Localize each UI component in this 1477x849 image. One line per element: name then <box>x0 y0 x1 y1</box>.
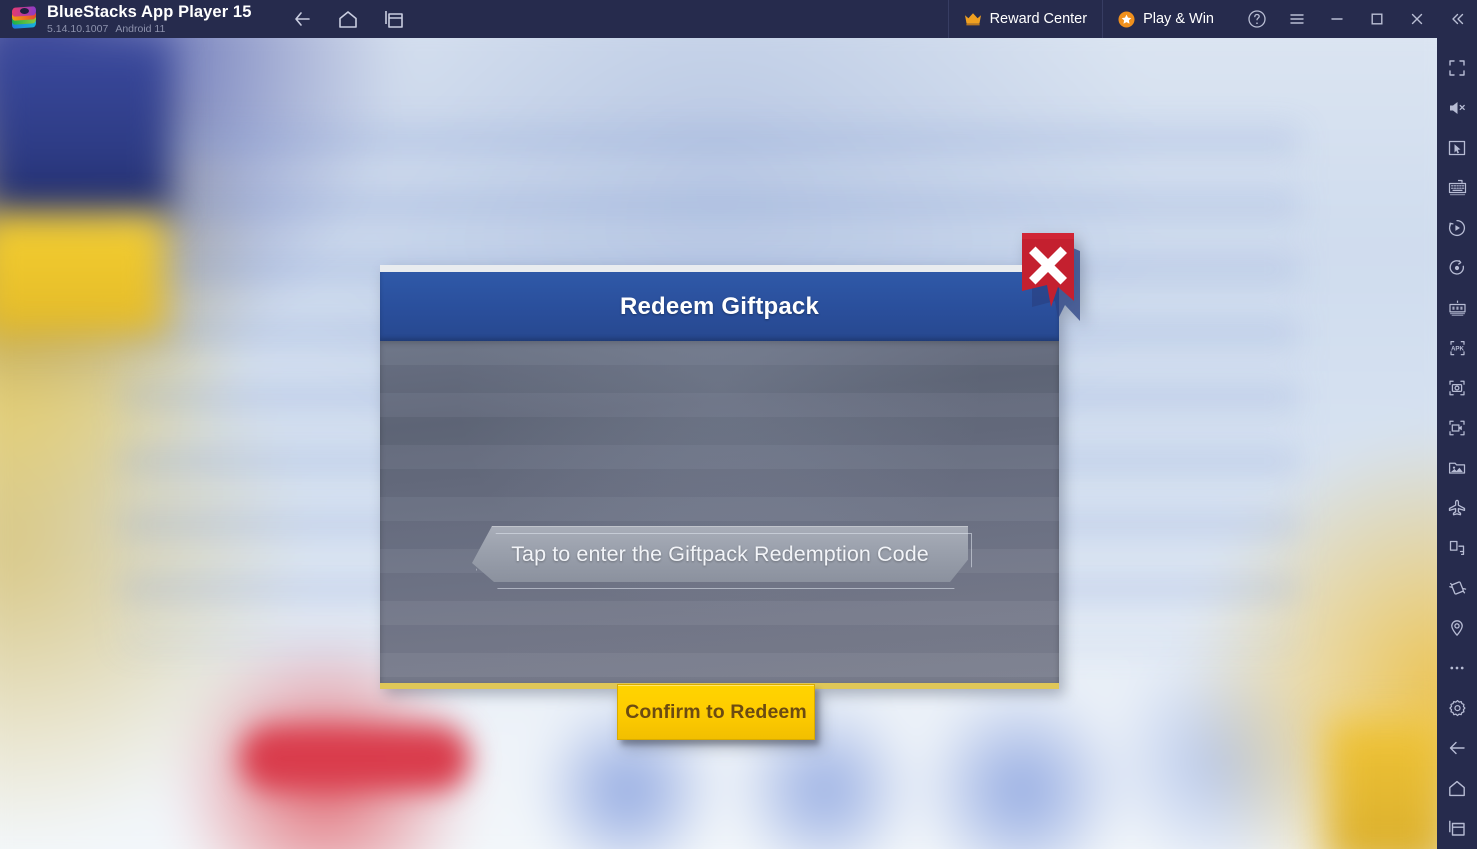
app-title: BlueStacks App Player 15 <box>47 3 252 21</box>
location-pin-icon <box>1451 620 1463 636</box>
app-version-line: 5.14.10.1007 Android 11 <box>47 22 251 35</box>
dialog-body: Tap to enter the Giftpack Redemption Cod… <box>380 341 1059 740</box>
arrow-left-icon <box>1449 741 1465 755</box>
sidebar-item-install-apk[interactable]: APK <box>1437 328 1477 368</box>
titlebar-nav-buttons <box>289 7 406 32</box>
minimize-button[interactable] <box>1317 0 1357 38</box>
titlebar-back-button[interactable] <box>289 7 314 32</box>
titlebar-recents-button[interactable] <box>381 7 406 32</box>
minimize-icon <box>1331 18 1343 20</box>
keyboard-icon <box>1448 179 1466 196</box>
giftpack-code-input[interactable]: Tap to enter the Giftpack Redemption Cod… <box>472 526 972 589</box>
ellipsis-icon <box>1450 666 1464 670</box>
sidebar-item-settings[interactable] <box>1437 688 1477 728</box>
sidebar-item-recents[interactable] <box>1437 808 1477 848</box>
dialog-close-button[interactable] <box>1014 229 1088 327</box>
sidebar-item-media-manager[interactable] <box>1437 448 1477 488</box>
maximize-icon <box>1371 13 1383 25</box>
sidebar-item-keymapping[interactable] <box>1437 168 1477 208</box>
double-chevron-left-icon <box>1452 13 1464 25</box>
rotate-icon <box>1449 260 1464 275</box>
blurred-yellow-banner <box>0 216 165 336</box>
maximize-button[interactable] <box>1357 0 1397 38</box>
sidebar-item-more-options[interactable] <box>1437 648 1477 688</box>
close-window-button[interactable] <box>1397 0 1437 38</box>
android-game-viewport[interactable]: Redeem Giftpack Tap to enter the Giftpac… <box>0 38 1437 849</box>
close-icon <box>1411 13 1423 25</box>
sync-windows-icon <box>1449 540 1465 556</box>
macro-play-icon <box>1448 219 1466 237</box>
apk-install-icon: APK <box>1449 341 1465 356</box>
hamburger-menu-icon <box>1290 14 1304 24</box>
reward-center-label: Reward Center <box>989 11 1088 27</box>
code-input-placeholder: Tap to enter the Giftpack Redemption Cod… <box>511 541 929 566</box>
question-circle-icon <box>1248 10 1266 28</box>
home-icon <box>339 11 357 28</box>
sidebar-item-screenshot[interactable] <box>1437 368 1477 408</box>
play-and-win-label: Play & Win <box>1143 11 1214 27</box>
multi-instance-icon <box>385 11 403 28</box>
media-folder-icon <box>1448 462 1466 474</box>
sidebar-item-location[interactable] <box>1437 608 1477 648</box>
arrow-left-icon <box>295 12 310 26</box>
dialog-title: Redeem Giftpack <box>619 292 820 320</box>
titlebar-home-button[interactable] <box>335 7 360 32</box>
confirm-to-redeem-label: Confirm to Redeem <box>625 700 807 723</box>
help-button[interactable] <box>1237 0 1277 38</box>
video-record-icon <box>1449 420 1465 436</box>
bluestacks-logo-icon <box>11 6 37 32</box>
x-ribbon-icon <box>1022 233 1080 321</box>
sidebar-item-back[interactable] <box>1437 728 1477 768</box>
sidebar-item-home[interactable] <box>1437 768 1477 808</box>
bluestacks-window: BlueStacks App Player 15 5.14.10.1007 And… <box>0 0 1477 849</box>
recents-icon <box>1449 820 1465 836</box>
dialog-body-texture <box>380 341 1059 683</box>
dialog-header: Redeem Giftpack <box>380 265 1059 341</box>
sidebar-item-rotate[interactable] <box>1437 248 1477 288</box>
gear-icon <box>1448 699 1466 716</box>
airplane-icon <box>1448 499 1466 516</box>
reward-center-button[interactable]: Reward Center <box>947 0 1103 38</box>
app-title-block: BlueStacks App Player 15 5.14.10.1007 And… <box>47 4 251 34</box>
sidebar-item-multi-instance-sync[interactable] <box>1437 528 1477 568</box>
home-icon <box>1449 780 1465 797</box>
camera-icon <box>1449 380 1465 396</box>
fullscreen-icon <box>1449 60 1465 76</box>
window-controls <box>1229 0 1477 38</box>
sidebar-item-mute[interactable] <box>1437 88 1477 128</box>
svg-text:APK: APK <box>1450 346 1464 353</box>
blurred-right-yellow-panel <box>1327 719 1437 849</box>
sidebar-item-macro-recorder[interactable] <box>1437 208 1477 248</box>
collapse-sidebar-button[interactable] <box>1437 0 1477 38</box>
crown-icon <box>964 12 982 26</box>
blurred-left-panel <box>0 38 170 218</box>
bluestacks-sidebar: APK <box>1437 38 1477 849</box>
titlebar-right-group: Reward Center Play & Win <box>947 0 1477 38</box>
play-and-win-button[interactable]: Play & Win <box>1102 0 1229 38</box>
blurred-red-button <box>240 726 470 791</box>
menu-button[interactable] <box>1277 0 1317 38</box>
sidebar-item-eco-mode[interactable] <box>1437 488 1477 528</box>
app-version: 5.14.10.1007 <box>47 22 109 35</box>
confirm-to-redeem-button[interactable]: Confirm to Redeem <box>617 684 815 740</box>
android-version: Android 11 <box>115 22 166 35</box>
speaker-mute-icon <box>1450 102 1465 114</box>
star-badge-icon <box>1118 11 1135 28</box>
instance-manager-icon <box>1448 300 1466 316</box>
title-bar: BlueStacks App Player 15 5.14.10.1007 And… <box>0 0 1477 38</box>
redeem-giftpack-dialog: Redeem Giftpack Tap to enter the Giftpac… <box>380 233 1080 740</box>
sidebar-item-shake[interactable] <box>1437 568 1477 608</box>
sidebar-item-pointer[interactable] <box>1437 128 1477 168</box>
pointer-screen-icon <box>1448 140 1466 156</box>
sidebar-item-fullscreen[interactable] <box>1437 48 1477 88</box>
sidebar-item-record-screen[interactable] <box>1437 408 1477 448</box>
sidebar-item-instance-manager[interactable] <box>1437 288 1477 328</box>
shake-icon <box>1449 581 1467 595</box>
